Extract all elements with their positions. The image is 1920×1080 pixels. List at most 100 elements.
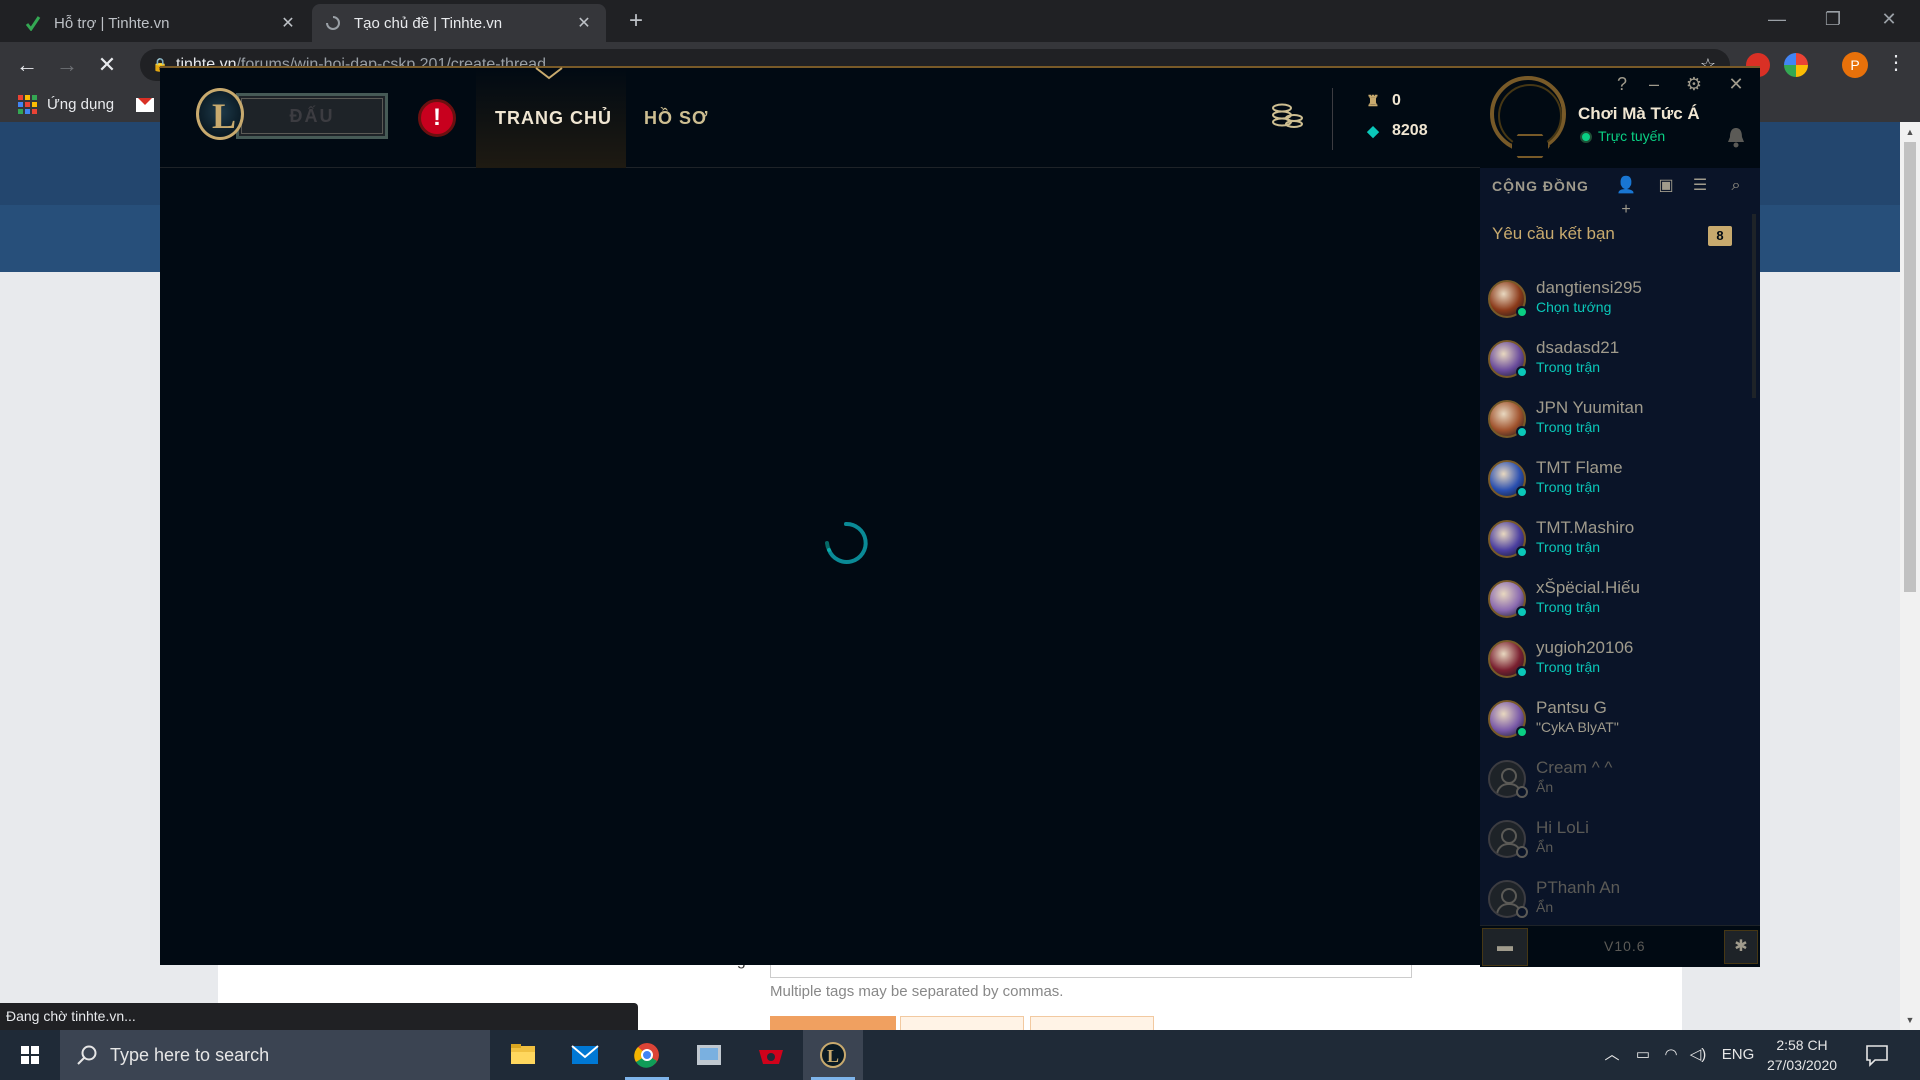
friend-status: Trong trận xyxy=(1536,359,1601,375)
search-icon[interactable]: ⌕ xyxy=(1724,174,1748,198)
browser-tab[interactable]: Hỗ trợ | Tinhte.vn ✕ xyxy=(12,4,310,42)
bookmark-apps[interactable]: Ứng dụng xyxy=(18,95,114,114)
friend-name: dangtiensi295 xyxy=(1536,278,1642,297)
friend-list-item[interactable]: Cream ^ ^ Ẩn xyxy=(1480,754,1750,814)
tinhte-favicon-icon xyxy=(24,14,42,32)
action-center-icon[interactable] xyxy=(1864,1043,1890,1067)
friend-status: Trong trận xyxy=(1536,659,1601,675)
friend-list-item[interactable]: dangtiensi295 Chọn tướng xyxy=(1480,274,1750,334)
scroll-down-arrow-icon[interactable]: ▼ xyxy=(1900,1012,1920,1028)
friend-list-item[interactable]: TMT Flame Trong trận xyxy=(1480,454,1750,514)
friend-list-item[interactable]: Hi LoLi Ẩn xyxy=(1480,814,1750,874)
summoner-header: ? – ⚙ ✕ Chơi Mà Tức Á Trực tuyến xyxy=(1480,68,1760,168)
online-status[interactable]: Trực tuyến xyxy=(1598,128,1665,144)
community-label: CỘNG ĐỒNG xyxy=(1492,178,1589,194)
show-hidden-icons-icon[interactable]: ︿ xyxy=(1600,1030,1624,1080)
page-scrollbar[interactable]: ▲ ▼ xyxy=(1900,122,1920,1030)
paint-app-icon[interactable] xyxy=(679,1030,739,1080)
play-button-frame xyxy=(241,98,383,134)
notification-bell-icon[interactable] xyxy=(1726,126,1746,148)
taskbar-clock[interactable]: 2:58 CH 27/03/2020 xyxy=(1756,1035,1848,1075)
friend-status-dot-icon xyxy=(1516,846,1528,858)
tab-home[interactable]: TRANG CHỦ xyxy=(495,108,612,129)
tag-hint: Multiple tags may be separated by commas… xyxy=(770,983,1064,1000)
forward-button[interactable]: → xyxy=(52,51,82,81)
settings-gear-icon[interactable]: ⚙ xyxy=(1682,74,1706,95)
minimize-window-icon[interactable]: — xyxy=(1750,0,1804,38)
friend-requests[interactable]: Yêu cầu kết bạn 8 xyxy=(1480,214,1760,258)
lol-client-window: ĐẤU L ! TRANG CHỦ HỒ SƠ ♜ 0 ◆ 8208 ? – ⚙… xyxy=(160,66,1760,967)
friend-list-item[interactable]: TMT.Mashiro Trong trận xyxy=(1480,514,1750,574)
taskbar-search-input[interactable]: Type here to search xyxy=(60,1030,490,1080)
league-client-icon[interactable]: L xyxy=(803,1030,863,1080)
back-button[interactable]: ← xyxy=(12,51,42,81)
profile-avatar[interactable]: P xyxy=(1842,52,1868,78)
close-tab-icon[interactable]: ✕ xyxy=(574,13,594,33)
close-tab-icon[interactable]: ✕ xyxy=(278,13,298,33)
new-tab-button[interactable]: + xyxy=(622,8,650,36)
social-footer: ▬ V10.6 ✱ xyxy=(1480,925,1760,967)
friends-scrollbar[interactable] xyxy=(1752,214,1756,398)
blue-essence[interactable]: ♜ 0 xyxy=(1364,92,1401,110)
divider xyxy=(1332,88,1333,150)
extension-icon[interactable] xyxy=(1784,53,1808,77)
friend-status: Chọn tướng xyxy=(1536,299,1612,315)
close-client-icon[interactable]: ✕ xyxy=(1724,74,1748,95)
volume-icon[interactable]: ◁) xyxy=(1686,1030,1710,1080)
play-button[interactable]: ĐẤU xyxy=(236,93,388,139)
friend-status-dot-icon xyxy=(1516,906,1528,918)
scroll-up-arrow-icon[interactable]: ▲ xyxy=(1900,124,1920,140)
nav-caret-icon xyxy=(535,67,563,80)
friend-status-dot-icon xyxy=(1516,306,1528,318)
clock-time: 2:58 CH xyxy=(1776,1037,1828,1053)
store-coins-icon[interactable] xyxy=(1270,98,1304,132)
mail-icon[interactable] xyxy=(555,1030,615,1080)
riot-points[interactable]: ◆ 8208 xyxy=(1364,122,1427,140)
bug-report-icon[interactable]: ✱ xyxy=(1724,930,1758,964)
preview-button[interactable] xyxy=(1030,1016,1154,1030)
create-thread-button[interactable] xyxy=(770,1016,896,1030)
friend-list-item[interactable]: xŠpëcial.Hiếu Trong trận xyxy=(1480,574,1750,634)
friend-status: Ẩn xyxy=(1536,839,1554,855)
friend-name: Cream ^ ^ xyxy=(1536,758,1613,777)
friend-name: Pantsu G xyxy=(1536,698,1607,717)
add-friend-icon[interactable]: 👤+ xyxy=(1614,174,1638,218)
friend-list-item[interactable]: yugioh20106 Trong trận xyxy=(1480,634,1750,694)
friend-name: Hi LoLi xyxy=(1536,818,1589,837)
svg-text:L: L xyxy=(827,1046,839,1066)
add-folder-icon[interactable]: ▣ xyxy=(1654,174,1678,198)
browser-tab-active[interactable]: Tạo chủ đề | Tinhte.vn ✕ xyxy=(312,4,606,42)
file-explorer-icon[interactable] xyxy=(493,1030,553,1080)
upload-button[interactable] xyxy=(900,1016,1024,1030)
input-language[interactable]: ENG xyxy=(1718,1030,1758,1080)
help-icon[interactable]: ? xyxy=(1610,74,1634,95)
lol-logo-icon[interactable]: L xyxy=(196,88,244,140)
summoner-level-plate xyxy=(1510,134,1550,158)
minimize-client-icon[interactable]: – xyxy=(1642,74,1666,95)
friend-name: TMT Flame xyxy=(1536,458,1623,477)
friend-list-item[interactable]: JPN Yuumitan Trong trận xyxy=(1480,394,1750,454)
battery-icon[interactable]: ▭ xyxy=(1630,1030,1656,1080)
friend-status-dot-icon xyxy=(1516,486,1528,498)
alert-icon[interactable]: ! xyxy=(418,99,456,137)
close-window-icon[interactable]: ✕ xyxy=(1862,0,1916,38)
loading-throbber-icon xyxy=(324,14,342,32)
stop-loading-button[interactable]: ✕ xyxy=(92,51,122,81)
restore-window-icon[interactable]: ❐ xyxy=(1806,0,1860,38)
friend-status: Ẩn xyxy=(1536,899,1554,915)
chrome-icon[interactable] xyxy=(617,1030,677,1080)
gmail-icon[interactable] xyxy=(136,98,154,112)
friend-status-dot-icon xyxy=(1516,366,1528,378)
tab-profile[interactable]: HỒ SƠ xyxy=(644,108,708,129)
windows-start-icon[interactable] xyxy=(0,1030,60,1080)
social-toolbar: CỘNG ĐỒNG 👤+ ▣ ☰ ⌕ xyxy=(1480,168,1760,218)
list-view-icon[interactable]: ☰ xyxy=(1688,174,1712,198)
garena-icon[interactable] xyxy=(741,1030,801,1080)
friend-list-item[interactable]: Pantsu G "CykA BlyAT" xyxy=(1480,694,1750,754)
chat-icon[interactable]: ▬ xyxy=(1482,928,1528,966)
friend-list-item[interactable]: dsadasd21 Trong trận xyxy=(1480,334,1750,394)
client-version: V10.6 xyxy=(1604,938,1646,954)
network-icon[interactable]: ◠ xyxy=(1658,1030,1684,1080)
scrollbar-thumb[interactable] xyxy=(1904,142,1916,592)
browser-menu-icon[interactable]: ⋮ xyxy=(1884,50,1908,75)
